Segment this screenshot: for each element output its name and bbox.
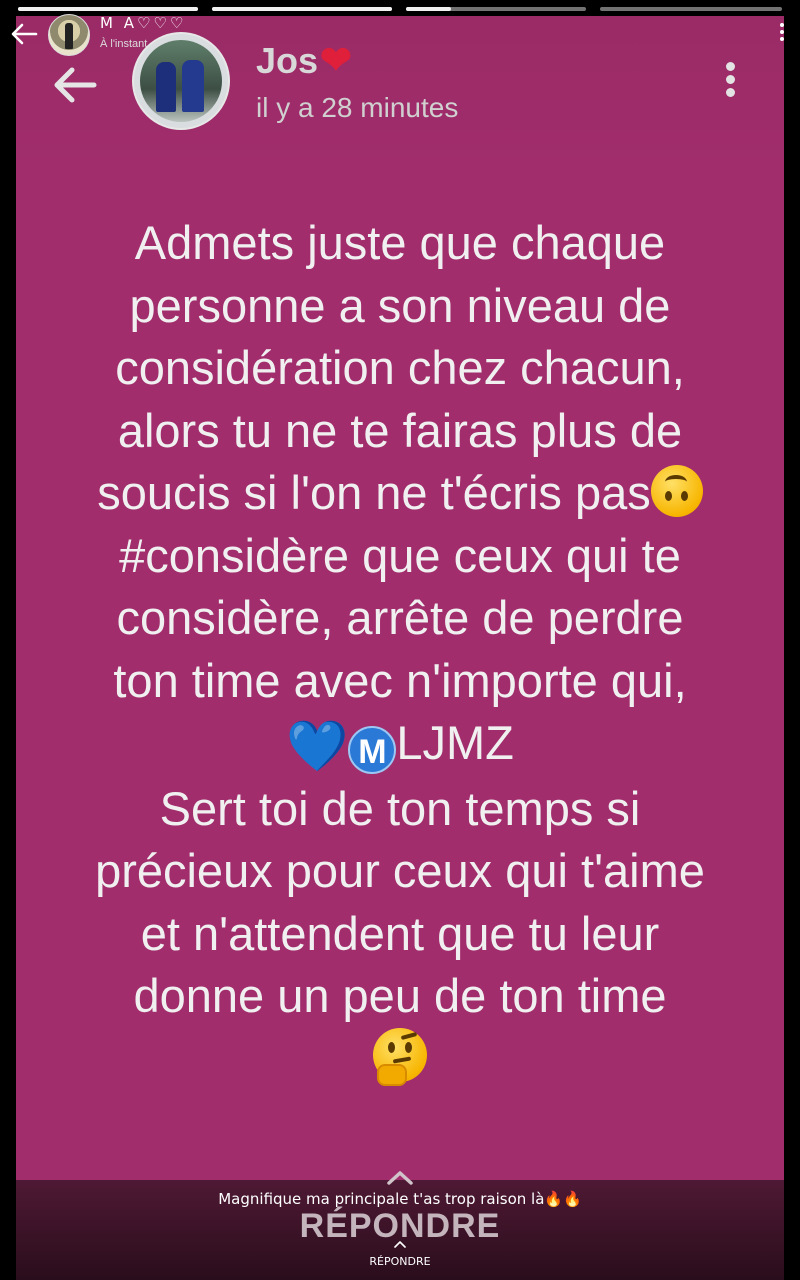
inner-author-name: Jos❤: [256, 40, 352, 82]
inner-more-options-icon[interactable]: [720, 58, 740, 108]
fire-icon: 🔥🔥: [544, 1190, 582, 1208]
text-line: personne a son niveau de: [129, 278, 671, 332]
user-avatar[interactable]: [48, 14, 90, 56]
red-heart-icon: ❤: [320, 40, 352, 82]
text-line: Admets juste que chaque: [134, 216, 666, 269]
signature-text: LJMZ: [396, 716, 514, 769]
upside-down-face-icon: [650, 465, 703, 517]
comment-text: Magnifique ma principale t'as trop raiso…: [0, 1190, 800, 1208]
post-timestamp: À l'instant: [100, 38, 148, 50]
text-line: considération chez chacun,: [115, 341, 685, 394]
comment-body: Magnifique ma principale t'as trop raiso…: [218, 1190, 545, 1208]
blue-heart-icon: 💙: [286, 718, 349, 774]
text-line-content: soucis si l'on ne t'écris pas: [97, 466, 651, 519]
thinking-face-icon: [373, 1027, 427, 1086]
text-line: #considère que ceux qui te: [119, 528, 681, 582]
story-progress-4: [600, 7, 782, 11]
reply-button[interactable]: RÉPONDRE: [0, 1255, 800, 1268]
text-line: 💙 M LJMZ: [36, 712, 764, 778]
story-progress-3: [406, 7, 586, 11]
inner-timestamp: il y a 28 minutes: [256, 92, 459, 123]
text-line: soucis si l'on ne t'écris pas: [36, 462, 764, 525]
text-line: Sert toi de ton temps si: [159, 781, 641, 835]
text-line: [36, 1027, 764, 1098]
chevron-up-icon: [387, 1171, 413, 1185]
more-options-icon[interactable]: [776, 20, 788, 46]
story-progress-2: [212, 7, 392, 11]
story-text: Admets juste que chaque personne a son n…: [36, 212, 764, 1097]
back-arrow-icon[interactable]: [8, 18, 40, 50]
m-badge-icon: M: [348, 726, 397, 774]
inner-back-arrow-icon[interactable]: [50, 60, 100, 110]
story-content: Jos❤ il y a 28 minutes Admets juste que …: [16, 16, 784, 1280]
text-line: précieux pour ceux qui t'aime: [95, 844, 705, 897]
text-line: et n'attendent que tu leur: [140, 906, 660, 960]
text-line: considère, arrête de perdre: [116, 591, 684, 644]
text-line: donne un peu de ton time: [133, 969, 667, 1022]
reply-chevron-up-icon[interactable]: [394, 1240, 406, 1248]
text-line: ton time avec n'importe qui,: [113, 653, 687, 707]
text-line: alors tu ne te fairas plus de: [117, 403, 683, 457]
user-name: M A♡♡♡: [100, 14, 187, 32]
story-progress-1: [18, 7, 198, 11]
